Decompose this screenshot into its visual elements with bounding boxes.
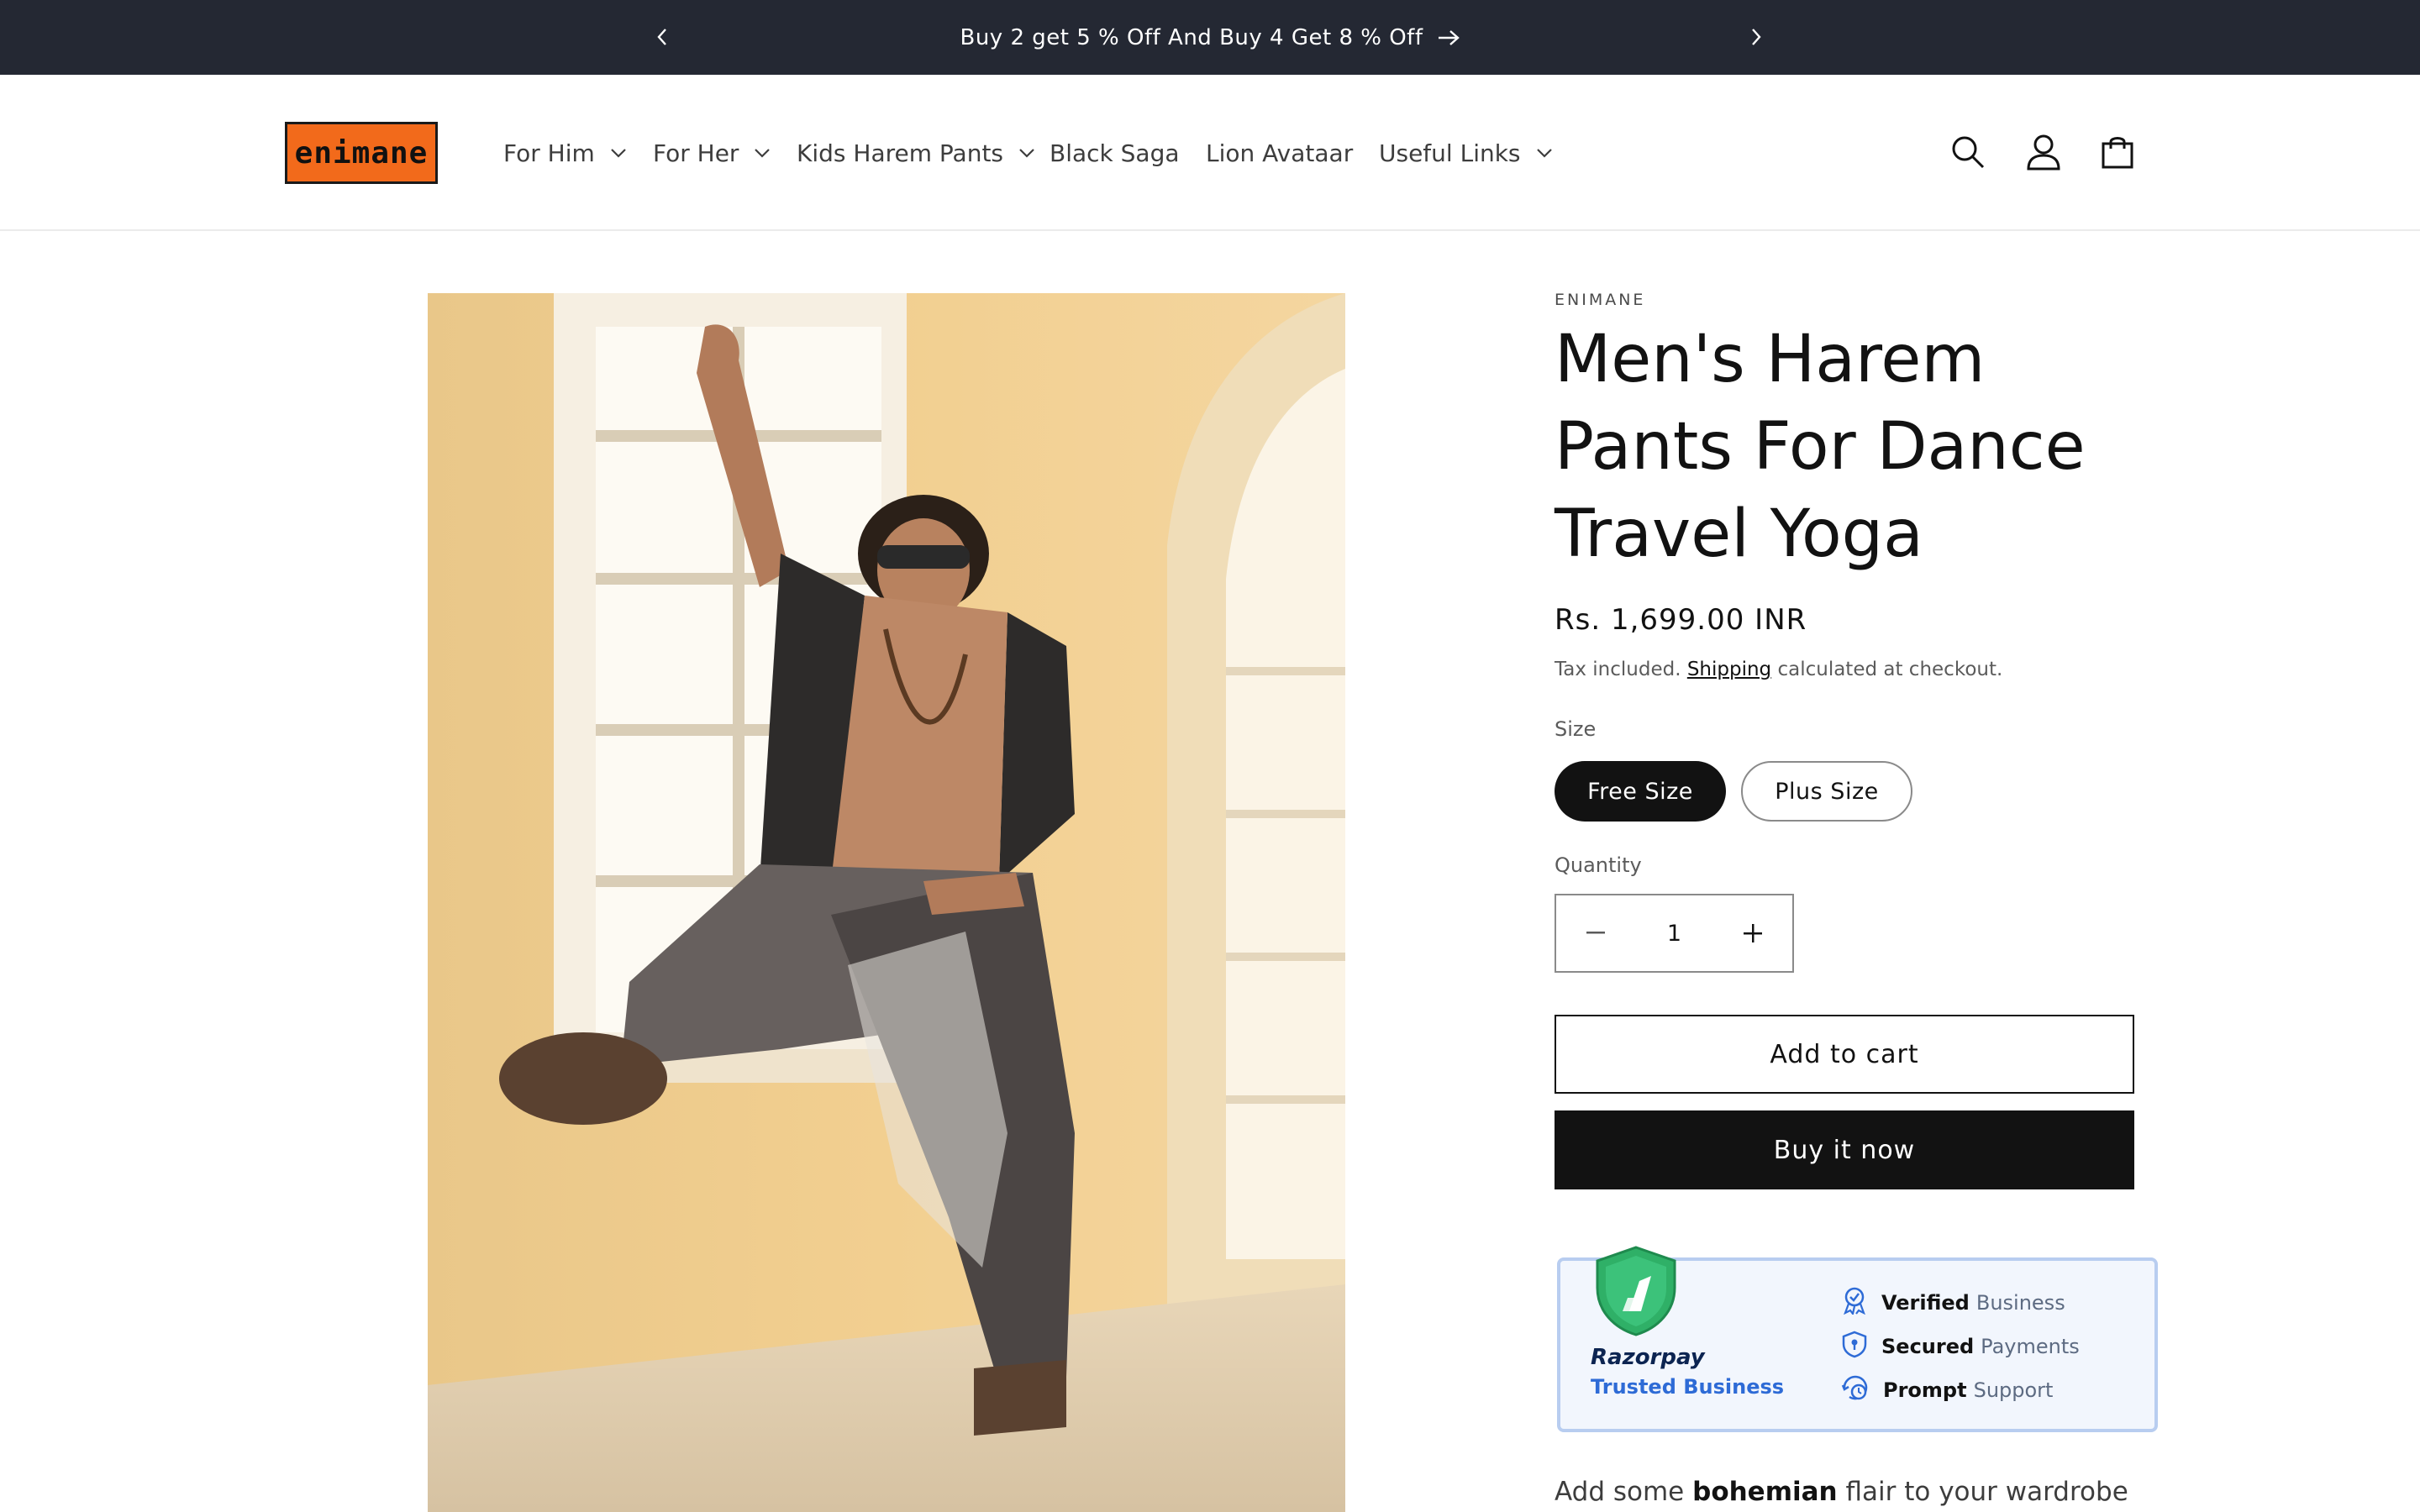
tax-suffix: calculated at checkout. [1777, 659, 2003, 680]
quantity-stepper: 1 [1555, 894, 1794, 973]
description-suffix: flair to your wardrobe [1845, 1477, 2128, 1507]
nav-item-for-him[interactable]: For Him [503, 135, 627, 171]
feature-verified-business: Verified Business [1841, 1286, 2065, 1320]
description-bold: bohemian [1692, 1477, 1838, 1507]
account-icon[interactable] [2023, 132, 2064, 172]
support-clock-icon [1841, 1373, 1870, 1407]
nav-item-kids-harem-pants[interactable]: Kids Harem Pants [797, 135, 1035, 171]
buy-it-now-button[interactable]: Buy it now [1555, 1110, 2134, 1189]
feature-bold: Verified [1881, 1291, 1970, 1315]
feature-bold: Prompt [1883, 1378, 1967, 1402]
nav-item-black-saga[interactable]: Black Saga [1050, 135, 1180, 171]
nav-item-lion-avataar[interactable]: Lion Avataar [1206, 135, 1353, 171]
shipping-link[interactable]: Shipping [1687, 659, 1771, 680]
razorpay-brand: Razorpay [1591, 1345, 1705, 1370]
nav-label: Kids Harem Pants [797, 139, 1004, 167]
nav-item-useful-links[interactable]: Useful Links [1379, 135, 1553, 171]
quantity-label: Quantity [1555, 853, 1642, 877]
announcement-link[interactable]: Buy 2 get 5 % Off And Buy 4 Get 8 % Off [0, 0, 2420, 75]
nav-label: For Her [653, 139, 739, 167]
feature-bold: Secured [1881, 1335, 1975, 1358]
secure-shield-icon [1841, 1330, 1868, 1363]
search-icon[interactable] [1948, 132, 1988, 172]
feature-prompt-support: Prompt Support [1841, 1373, 2053, 1407]
description-prefix: Add some [1555, 1477, 1685, 1507]
quantity-decrease-button[interactable] [1556, 895, 1635, 971]
add-to-cart-button[interactable]: Add to cart [1555, 1015, 2134, 1094]
product-vendor: ENIMANE [1555, 291, 1646, 309]
razorpay-trust-badge: Razorpay Trusted Business Verified Busin… [1557, 1246, 2158, 1432]
cart-icon[interactable] [2097, 132, 2138, 172]
announcement-bar: Buy 2 get 5 % Off And Buy 4 Get 8 % Off [0, 0, 2420, 75]
size-option-free-size[interactable]: Free Size [1555, 761, 1726, 822]
feature-rest: Business [1975, 1291, 2065, 1315]
logo-text: enimane [294, 135, 429, 171]
razorpay-shield-icon [1592, 1244, 1680, 1341]
product-price: Rs. 1,699.00 INR [1555, 603, 1807, 637]
nav-label: For Him [503, 139, 595, 167]
site-header: enimane For Him For Her Kids Harem Pants… [0, 75, 2420, 231]
arrow-right-icon [1437, 29, 1460, 46]
tax-prefix: Tax included. [1555, 659, 1681, 680]
feature-rest: Support [1973, 1378, 2054, 1402]
nav-label: Lion Avataar [1206, 139, 1354, 167]
size-label: Size [1555, 717, 1597, 741]
nav-label: Useful Links [1379, 139, 1521, 167]
feature-rest: Payments [1981, 1335, 2080, 1358]
announcement-text[interactable]: Buy 2 get 5 % Off And Buy 4 Get 8 % Off [960, 25, 1423, 50]
size-option-plus-size[interactable]: Plus Size [1741, 761, 1912, 822]
chevron-right-icon[interactable] [1741, 22, 1771, 52]
nav-item-for-her[interactable]: For Her [653, 135, 771, 171]
product-title: Men's Harem Pants For Dance Travel Yoga [1555, 322, 2086, 572]
logo[interactable]: enimane [285, 122, 438, 184]
tax-note: Tax included. Shipping calculated at che… [1555, 659, 2002, 680]
product-description: Add some bohemian flair to your wardrobe [1555, 1477, 2128, 1507]
quantity-increase-button[interactable] [1713, 895, 1792, 971]
chevron-down-icon [610, 148, 627, 158]
nav-label: Black Saga [1050, 139, 1180, 167]
trusted-business-label: Trusted Business [1591, 1375, 1785, 1399]
verified-badge-icon [1841, 1286, 1868, 1320]
chevron-down-icon [754, 148, 771, 158]
feature-secured-payments: Secured Payments [1841, 1330, 2080, 1363]
product-image[interactable] [428, 293, 1345, 1512]
chevron-down-icon [1018, 148, 1035, 158]
quantity-input[interactable]: 1 [1635, 921, 1713, 947]
chevron-down-icon [1536, 148, 1553, 158]
